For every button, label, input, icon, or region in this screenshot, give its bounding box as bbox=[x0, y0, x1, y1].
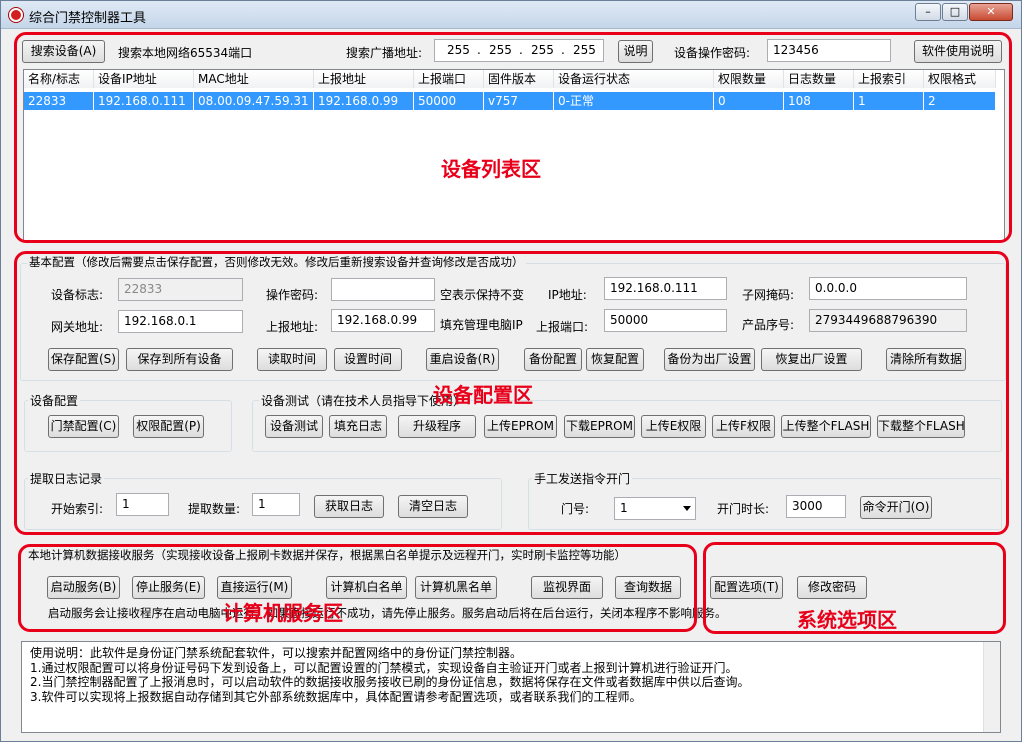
title-bar[interactable]: 综合门禁控制器工具 – □ ✕ bbox=[1, 1, 1021, 29]
maximize-icon[interactable]: □ bbox=[942, 3, 968, 21]
usage-line: 1.通过权限配置可以将身份证号码下发到设备上，可以配置设置的门禁模式，实现设备自… bbox=[30, 660, 738, 675]
vertical-scrollbar[interactable] bbox=[983, 642, 1000, 732]
main-window: 综合门禁控制器工具 – □ ✕ 搜索设备(A) 搜索本地网络65534端口 搜索… bbox=[0, 0, 1022, 742]
device-list-annotation: 设备列表区 bbox=[441, 157, 541, 181]
usage-line: 3.软件可以实现将上报数据自动存储到其它外部系统数据库中，具体配置请参考配置选项… bbox=[30, 689, 642, 704]
close-icon[interactable]: ✕ bbox=[969, 3, 1013, 21]
device-config-annotation: 设备配置区 bbox=[433, 383, 533, 407]
minimize-icon[interactable]: – bbox=[915, 3, 941, 21]
device-list-highlight bbox=[14, 32, 1012, 243]
window-title: 综合门禁控制器工具 bbox=[29, 11, 147, 26]
pc-service-annotation: 计算机服务区 bbox=[223, 601, 343, 625]
system-options-annotation: 系统选项区 bbox=[797, 608, 897, 632]
usage-line: 2.当门禁控制器配置了上报消息时，可以启动软件的数据接收服务接收已刷的身份证信息… bbox=[30, 675, 750, 689]
usage-line: 使用说明：此软件是身份证门禁系统配套软件，可以搜索并配置网络中的身份证门禁控制器… bbox=[30, 646, 523, 660]
app-icon bbox=[9, 8, 23, 22]
usage-instructions[interactable]: 使用说明：此软件是身份证门禁系统配套软件，可以搜索并配置网络中的身份证门禁控制器… bbox=[21, 641, 1001, 733]
pc-service-highlight bbox=[18, 544, 697, 632]
